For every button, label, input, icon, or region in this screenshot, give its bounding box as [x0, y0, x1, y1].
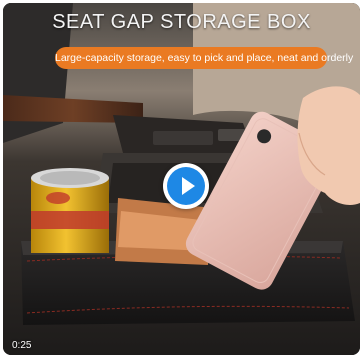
- subtitle-banner: Large-capacity storage, easy to pick and…: [55, 47, 353, 69]
- play-icon: [167, 167, 205, 205]
- video-thumbnail[interactable]: SEAT GAP STORAGE BOX Large-capacity stor…: [3, 3, 360, 355]
- play-button[interactable]: [163, 163, 209, 209]
- video-title: SEAT GAP STORAGE BOX: [52, 11, 311, 33]
- video-duration: 0:25: [12, 340, 32, 351]
